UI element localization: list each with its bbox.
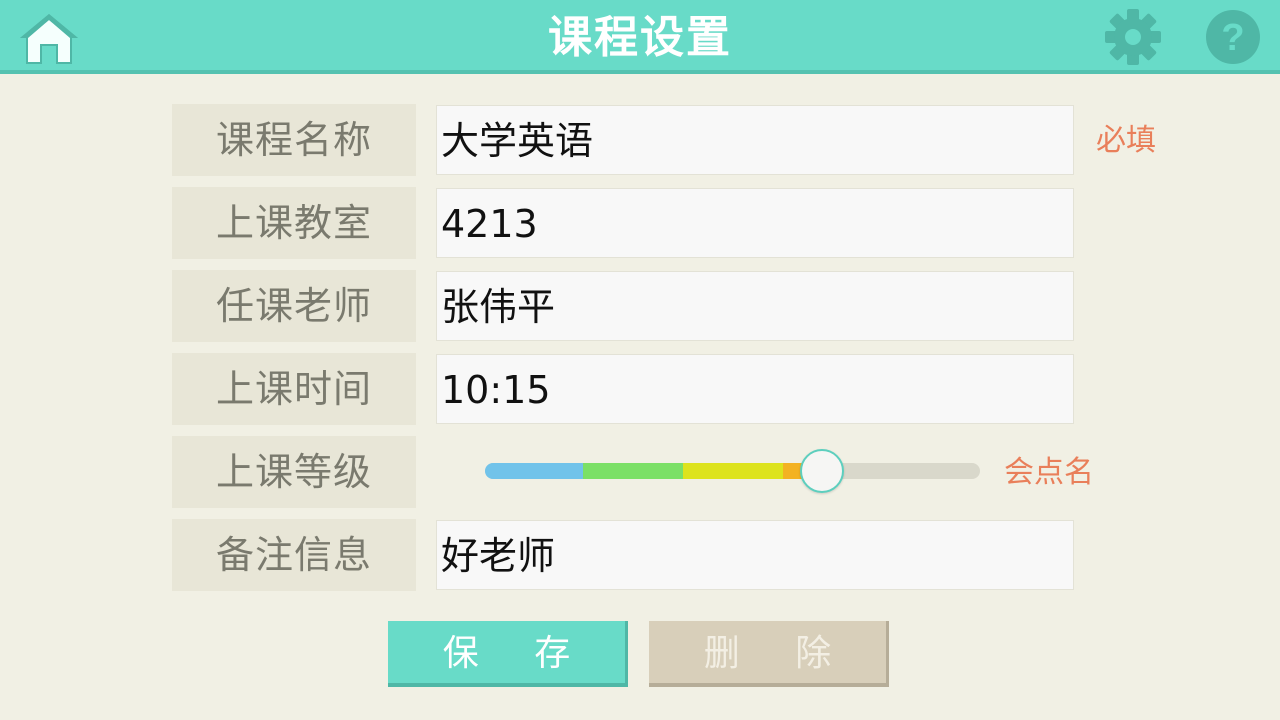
level-slider-track[interactable]: [485, 463, 980, 479]
level-segment-green: [583, 463, 683, 479]
classroom-label: 上课教室: [172, 187, 416, 259]
teacher-input[interactable]: 张伟平: [436, 271, 1074, 341]
notes-input[interactable]: 好老师: [436, 520, 1074, 590]
level-label: 上课等级: [172, 436, 416, 508]
teacher-label: 任课老师: [172, 270, 416, 342]
level-segment-yellow: [683, 463, 783, 479]
save-button[interactable]: 保 存: [388, 621, 628, 687]
level-status-text: 会点名: [1004, 455, 1094, 490]
page-title: 课程设置: [548, 12, 732, 63]
course-name-input[interactable]: 大学英语: [436, 105, 1074, 175]
time-label: 上课时间: [172, 353, 416, 425]
help-icon[interactable]: ?: [1204, 8, 1262, 66]
level-segment-blue: [485, 463, 583, 479]
course-name-label: 课程名称: [172, 104, 416, 176]
time-input[interactable]: 10:15: [436, 354, 1074, 424]
svg-text:?: ?: [1221, 17, 1244, 59]
gear-icon[interactable]: [1104, 8, 1162, 66]
top-bar: 课程设置 ?: [0, 0, 1280, 74]
required-hint: 必填: [1096, 123, 1156, 158]
level-slider-thumb[interactable]: [800, 449, 844, 493]
notes-label: 备注信息: [172, 519, 416, 591]
delete-button[interactable]: 删 除: [649, 621, 889, 687]
classroom-input[interactable]: 4213: [436, 188, 1074, 258]
